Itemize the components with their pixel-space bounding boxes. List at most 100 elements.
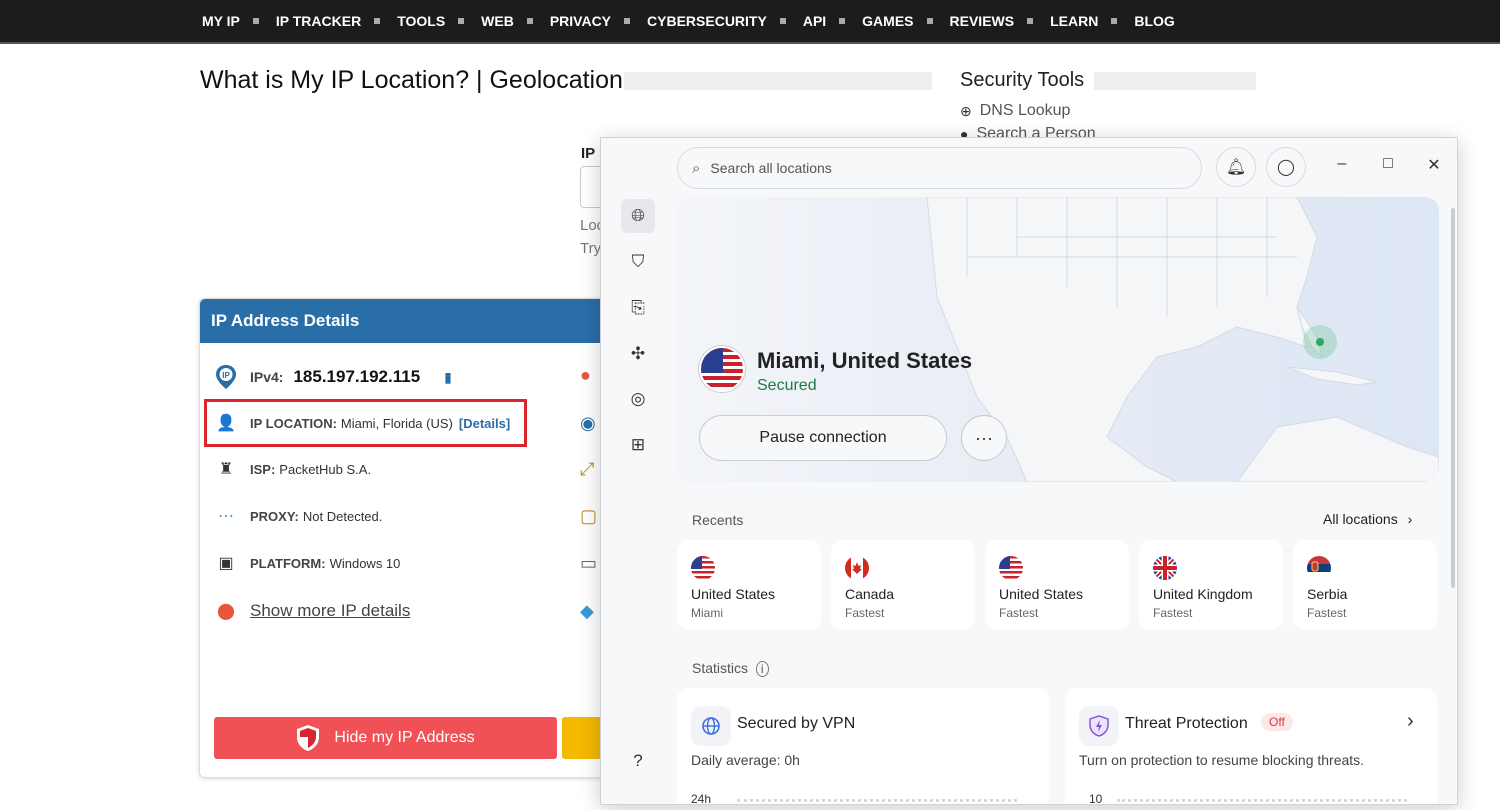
nav-separator [1111, 18, 1118, 24]
notifications-button[interactable]: 🔔︎ [1216, 147, 1256, 187]
account-button[interactable]: ◯ [1266, 147, 1306, 187]
nav-item-cybersecurity[interactable]: CYBERSECURITY [647, 13, 803, 29]
pause-connection-button[interactable]: Pause connection [699, 415, 947, 461]
nav-item-web[interactable]: WEB [481, 13, 550, 29]
secured-by-vpn-card: Secured by VPN Daily average: 0h 24h [677, 688, 1049, 805]
status-badge: Off [1261, 713, 1293, 731]
maximize-icon[interactable]: □ [1376, 155, 1400, 173]
shield-icon [297, 725, 320, 751]
platform-row: ▣ PLATFORM: Windows 10 [214, 551, 400, 575]
daily-average: Daily average: 0h [691, 752, 800, 768]
pin-icon: ● [580, 365, 591, 385]
nav-separator [374, 18, 381, 24]
user-pin-icon: 👤 [216, 415, 236, 432]
chart-axis-label: 24h [691, 792, 712, 805]
details-link[interactable]: [Details] [459, 416, 510, 431]
ip-location-row: 👤 IP LOCATION: Miami, Florida (US) [Deta… [214, 411, 510, 435]
nav-item-ip-tracker[interactable]: IP TRACKER [276, 13, 397, 29]
copy-icon[interactable]: ▮ [444, 369, 452, 386]
hide-ip-button[interactable]: Hide my IP Address [214, 717, 557, 759]
card-header: IP Address Details [200, 299, 618, 343]
location-pin-icon: IP [214, 365, 238, 389]
location-value: Miami, Florida (US) [340, 415, 453, 431]
threat-protection-icon [1079, 706, 1119, 746]
isp-icon: ♜ [218, 461, 234, 478]
security-tools-title: Security Tools [960, 69, 1085, 91]
chevron-right-icon: › [1407, 710, 1414, 732]
globe-icon: ◉ [580, 413, 596, 433]
us-flag-icon [691, 556, 715, 580]
map-pin-icon: ⬤ [217, 603, 235, 620]
help-icon[interactable]: ? [627, 750, 649, 772]
chart-baseline [1117, 799, 1407, 802]
network-icon: ⋯ [218, 508, 234, 525]
nav-item-privacy[interactable]: PRIVACY [550, 13, 647, 29]
chevron-right-icon: › [1407, 511, 1413, 527]
nav-separator [1027, 18, 1034, 24]
minimize-icon[interactable]: – [1330, 155, 1354, 173]
info-icon[interactable]: i [755, 661, 769, 677]
ip-address-details-card: IP Address Details IP IPv4: 185.197.192.… [199, 298, 619, 778]
us-flag-icon [699, 346, 745, 392]
top-navigation: MY IP IP TRACKER TOOLS WEB PRIVACY CYBER… [0, 0, 1500, 44]
nav-separator [839, 18, 846, 24]
nav-item-learn[interactable]: LEARN [1050, 13, 1134, 29]
meshnet-icon[interactable]: ✣ [627, 343, 649, 365]
page-title: What is My IP Location? | Geolocation [200, 66, 623, 94]
connected-location: Miami, United States [757, 348, 973, 373]
search-input[interactable]: ⌕ Search all locations [677, 147, 1202, 189]
nav-item-reviews[interactable]: REVIEWS [950, 13, 1051, 29]
nav-separator [624, 18, 631, 24]
nav-item-blog[interactable]: BLOG [1134, 13, 1174, 29]
bell-icon: 🔔︎ [1225, 159, 1247, 176]
globe-icon: ⊕ [960, 102, 972, 119]
close-icon[interactable]: ✕ [1422, 155, 1446, 175]
nav-separator [526, 18, 533, 24]
uk-flag-icon [1153, 556, 1177, 580]
threat-description: Turn on protection to resume blocking th… [1079, 752, 1365, 768]
nav-separator [252, 18, 259, 24]
recent-location-card[interactable]: United States Miami [677, 540, 821, 630]
nav-item-my-ip[interactable]: MY IP [202, 13, 276, 29]
ip-field-label: IP [581, 145, 596, 162]
nav-separator [458, 18, 465, 24]
globe-icon[interactable]: 🌐︎ [621, 199, 655, 233]
nav-item-games[interactable]: GAMES [862, 13, 949, 29]
show-more-row: ⬤ Show more IP details [214, 599, 410, 623]
nav-item-api[interactable]: API [803, 13, 862, 29]
placeholder-bar [624, 72, 932, 90]
recent-location-card[interactable]: Canada Fastest [831, 540, 975, 630]
isp-row: ♜ ISP: PacketHub S.A. [214, 457, 371, 481]
js-icon: ▢ [580, 506, 598, 526]
recents-label: Recents [692, 512, 744, 528]
svg-text:IP: IP [222, 371, 230, 380]
recent-location-card[interactable]: United States Fastest [985, 540, 1129, 630]
ipv4-row: IP IPv4: 185.197.192.115 ▮ [214, 365, 452, 389]
canada-flag-icon [845, 556, 869, 580]
shield-icon: ◆ [580, 601, 594, 621]
more-options-button[interactable]: ··· [961, 415, 1007, 461]
user-icon: ◯ [1277, 159, 1295, 176]
search-icon: ⌕ [692, 159, 701, 177]
file-share-icon[interactable]: ⎘ [627, 297, 649, 319]
all-locations-link[interactable]: All locations › [1323, 511, 1412, 527]
globe-icon [691, 706, 731, 746]
recent-location-card[interactable]: United Kingdom Fastest [1139, 540, 1283, 630]
try-text: Try [580, 240, 602, 257]
dns-lookup-link[interactable]: ⊕ DNS Lookup [960, 102, 1070, 120]
threat-shield-icon[interactable]: ⛉ [627, 251, 649, 273]
apps-grid-icon[interactable]: ⊞ [627, 434, 649, 456]
chart-axis-label: 10 [1089, 792, 1103, 805]
nav-item-tools[interactable]: TOOLS [397, 13, 481, 29]
show-more-link[interactable]: Show more IP details [250, 601, 410, 621]
serbia-flag-icon [1307, 556, 1331, 580]
connection-status: Secured [757, 377, 817, 394]
current-location-dot [1316, 338, 1324, 346]
nav-separator [926, 18, 933, 24]
statistics-label: Statistics i [692, 660, 769, 677]
dark-web-monitor-icon[interactable]: ◎ [627, 388, 649, 410]
recent-location-card[interactable]: Serbia Fastest [1293, 540, 1437, 630]
threat-protection-card[interactable]: Threat Protection Off › Turn on protecti… [1065, 688, 1437, 805]
scrollbar[interactable] [1451, 208, 1455, 588]
us-flag-icon [999, 556, 1023, 580]
